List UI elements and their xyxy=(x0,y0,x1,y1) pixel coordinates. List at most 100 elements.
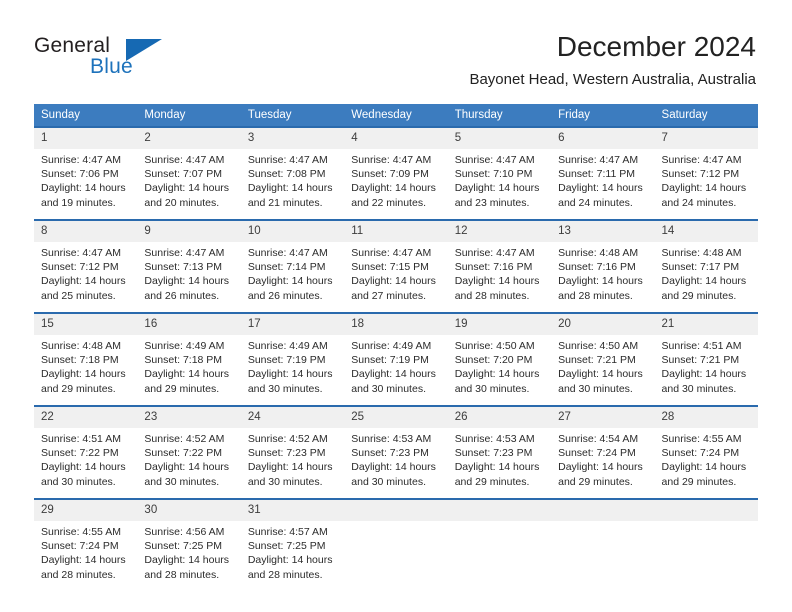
sunset-text: Sunset: 7:24 PM xyxy=(661,447,740,460)
calendar-day-cell[interactable]: 15 Sunrise: 4:48 AM Sunset: 7:18 PM Dayligh… xyxy=(34,312,138,400)
day-number: 6 xyxy=(551,128,655,149)
calendar-day-cell[interactable]: 13 Sunrise: 4:48 AM Sunset: 7:16 PM Dayligh… xyxy=(551,219,655,307)
day-cell-inner: 7 Sunrise: 4:47 AM Sunset: 7:12 PM Daylight… xyxy=(654,126,758,214)
calendar-grid: Sunday Monday Tuesday Wednesday Thursday… xyxy=(34,104,758,586)
day-cell-inner: 1 Sunrise: 4:47 AM Sunset: 7:06 PM Daylight… xyxy=(34,126,138,214)
day-details: Sunrise: 4:49 AM Sunset: 7:19 PM Daylight:… xyxy=(344,335,447,396)
day-cell-inner: 8 Sunrise: 4:47 AM Sunset: 7:12 PM Daylight… xyxy=(34,219,138,307)
calendar-day-cell[interactable]: 14 Sunrise: 4:48 AM Sunset: 7:17 PM Dayligh… xyxy=(654,219,758,307)
calendar-day-cell[interactable]: 16 Sunrise: 4:49 AM Sunset: 7:18 PM Dayligh… xyxy=(137,312,241,400)
calendar-day-cell[interactable]: 25 Sunrise: 4:53 AM Sunset: 7:23 PM Dayligh… xyxy=(344,405,448,493)
day-number: 26 xyxy=(447,407,552,428)
day-cell-inner: 15 Sunrise: 4:48 AM Sunset: 7:18 PM Dayligh… xyxy=(34,312,138,400)
day-details: Sunrise: 4:49 AM Sunset: 7:19 PM Daylight:… xyxy=(241,335,344,396)
day-number: 11 xyxy=(344,221,448,242)
daylight-text-line2: and 29 minutes. xyxy=(661,475,737,488)
calendar-day-cell[interactable] xyxy=(551,498,655,586)
sunrise-text: Sunrise: 4:47 AM xyxy=(351,154,432,166)
calendar-week-row: 8 Sunrise: 4:47 AM Sunset: 7:12 PM Daylight… xyxy=(34,219,758,307)
daylight-text-line2: and 30 minutes. xyxy=(144,475,220,488)
calendar-day-cell[interactable] xyxy=(654,498,758,586)
calendar-day-cell[interactable]: 30 Sunrise: 4:56 AM Sunset: 7:25 PM Dayligh… xyxy=(137,498,241,586)
day-cell-inner: 20 Sunrise: 4:50 AM Sunset: 7:21 PM Dayligh… xyxy=(551,312,655,400)
calendar-day-cell[interactable]: 9 Sunrise: 4:47 AM Sunset: 7:13 PM Daylight… xyxy=(137,219,241,307)
logo-text-blue: Blue xyxy=(90,55,133,78)
calendar-week-row: 15 Sunrise: 4:48 AM Sunset: 7:18 PM Dayligh… xyxy=(34,312,758,400)
sunrise-text: Sunrise: 4:53 AM xyxy=(454,433,535,445)
daylight-text-line2: and 30 minutes. xyxy=(247,475,323,488)
daylight-text-line1: Daylight: 14 hours xyxy=(351,182,436,195)
day-cell-inner: 10 Sunrise: 4:47 AM Sunset: 7:14 PM Dayligh… xyxy=(240,219,345,307)
day-number: 20 xyxy=(551,314,655,335)
day-cell-inner: 22 Sunrise: 4:51 AM Sunset: 7:22 PM Dayligh… xyxy=(34,405,138,493)
sunrise-text: Sunrise: 4:52 AM xyxy=(247,433,328,445)
calendar-day-cell[interactable]: 18 Sunrise: 4:49 AM Sunset: 7:19 PM Dayligh… xyxy=(344,312,448,400)
calendar-day-cell[interactable]: 2 Sunrise: 4:47 AM Sunset: 7:07 PM Daylight… xyxy=(137,126,241,214)
day-details: Sunrise: 4:48 AM Sunset: 7:17 PM Daylight:… xyxy=(655,242,758,303)
daylight-text-line1: Daylight: 14 hours xyxy=(558,461,643,474)
calendar-day-cell[interactable]: 11 Sunrise: 4:47 AM Sunset: 7:15 PM Dayligh… xyxy=(344,219,448,307)
daylight-text-line1: Daylight: 14 hours xyxy=(661,275,747,288)
day-details: Sunrise: 4:47 AM Sunset: 7:15 PM Daylight:… xyxy=(344,242,447,303)
calendar-day-cell[interactable]: 6 Sunrise: 4:47 AM Sunset: 7:11 PM Daylight… xyxy=(551,126,655,214)
day-details: Sunrise: 4:53 AM Sunset: 7:23 PM Daylight:… xyxy=(344,428,447,489)
daylight-text-line1: Daylight: 14 hours xyxy=(454,182,540,195)
daylight-text-line2: and 21 minutes. xyxy=(247,196,323,209)
day-details: Sunrise: 4:52 AM Sunset: 7:22 PM Daylight:… xyxy=(137,428,240,489)
sunrise-text: Sunrise: 4:54 AM xyxy=(558,433,639,445)
calendar-day-cell[interactable]: 21 Sunrise: 4:51 AM Sunset: 7:21 PM Dayligh… xyxy=(654,312,758,400)
day-details: Sunrise: 4:50 AM Sunset: 7:20 PM Daylight:… xyxy=(448,335,551,396)
calendar-day-cell[interactable] xyxy=(344,498,448,586)
calendar-day-cell[interactable]: 24 Sunrise: 4:52 AM Sunset: 7:23 PM Dayligh… xyxy=(240,405,345,493)
calendar-day-cell[interactable]: 19 Sunrise: 4:50 AM Sunset: 7:20 PM Dayligh… xyxy=(447,312,552,400)
calendar-day-cell[interactable]: 1 Sunrise: 4:47 AM Sunset: 7:06 PM Daylight… xyxy=(34,126,138,214)
calendar-day-cell[interactable]: 28 Sunrise: 4:55 AM Sunset: 7:24 PM Dayligh… xyxy=(654,405,758,493)
sunset-text: Sunset: 7:20 PM xyxy=(454,354,533,367)
sunrise-text: Sunrise: 4:47 AM xyxy=(41,247,121,259)
day-cell-inner: 12 Sunrise: 4:47 AM Sunset: 7:16 PM Dayligh… xyxy=(447,219,552,307)
day-details: Sunrise: 4:55 AM Sunset: 7:24 PM Daylight:… xyxy=(655,428,758,489)
sunrise-text: Sunrise: 4:53 AM xyxy=(351,433,432,445)
day-number: 8 xyxy=(34,221,138,242)
day-number: 15 xyxy=(34,314,138,335)
day-number: 9 xyxy=(137,221,241,242)
calendar-day-cell[interactable] xyxy=(447,498,552,586)
daylight-text-line1: Daylight: 14 hours xyxy=(144,368,230,381)
sunrise-text: Sunrise: 4:47 AM xyxy=(247,154,328,166)
day-cell-inner: 18 Sunrise: 4:49 AM Sunset: 7:19 PM Dayligh… xyxy=(344,312,448,400)
weekday-header-tuesday: Tuesday xyxy=(240,104,345,126)
day-details xyxy=(551,521,654,525)
calendar-day-cell[interactable]: 22 Sunrise: 4:51 AM Sunset: 7:22 PM Dayligh… xyxy=(34,405,138,493)
calendar-day-cell[interactable]: 8 Sunrise: 4:47 AM Sunset: 7:12 PM Daylight… xyxy=(34,219,138,307)
calendar-day-cell[interactable]: 27 Sunrise: 4:54 AM Sunset: 7:24 PM Dayligh… xyxy=(551,405,655,493)
calendar-day-cell[interactable]: 5 Sunrise: 4:47 AM Sunset: 7:10 PM Daylight… xyxy=(447,126,552,214)
daylight-text-line2: and 27 minutes. xyxy=(351,289,426,302)
calendar-day-cell[interactable]: 29 Sunrise: 4:55 AM Sunset: 7:24 PM Dayligh… xyxy=(34,498,138,586)
day-cell-inner: 3 Sunrise: 4:47 AM Sunset: 7:08 PM Daylight… xyxy=(240,126,345,214)
calendar-day-cell[interactable]: 17 Sunrise: 4:49 AM Sunset: 7:19 PM Dayligh… xyxy=(240,312,345,400)
day-cell-inner xyxy=(344,498,448,586)
general-blue-logo[interactable]: General Blue xyxy=(34,34,164,82)
sunset-text: Sunset: 7:23 PM xyxy=(454,447,533,460)
calendar-day-cell[interactable]: 23 Sunrise: 4:52 AM Sunset: 7:22 PM Dayligh… xyxy=(137,405,241,493)
calendar-day-cell[interactable]: 31 Sunrise: 4:57 AM Sunset: 7:25 PM Dayligh… xyxy=(240,498,345,586)
daylight-text-line2: and 28 minutes. xyxy=(454,289,530,302)
calendar-day-cell[interactable]: 3 Sunrise: 4:47 AM Sunset: 7:08 PM Daylight… xyxy=(240,126,345,214)
day-details: Sunrise: 4:49 AM Sunset: 7:18 PM Daylight:… xyxy=(137,335,240,396)
calendar-day-cell[interactable]: 4 Sunrise: 4:47 AM Sunset: 7:09 PM Daylight… xyxy=(344,126,448,214)
calendar-day-cell[interactable]: 12 Sunrise: 4:47 AM Sunset: 7:16 PM Dayligh… xyxy=(447,219,552,307)
calendar-day-cell[interactable]: 10 Sunrise: 4:47 AM Sunset: 7:14 PM Dayligh… xyxy=(240,219,345,307)
sunrise-text: Sunrise: 4:57 AM xyxy=(247,526,328,538)
day-cell-inner: 5 Sunrise: 4:47 AM Sunset: 7:10 PM Daylight… xyxy=(447,126,552,214)
sunset-text: Sunset: 7:16 PM xyxy=(454,261,533,274)
sunrise-text: Sunrise: 4:47 AM xyxy=(661,154,742,166)
day-cell-inner: 28 Sunrise: 4:55 AM Sunset: 7:24 PM Dayligh… xyxy=(654,405,758,493)
daylight-text-line1: Daylight: 14 hours xyxy=(351,461,436,474)
daylight-text-line2: and 19 minutes. xyxy=(41,196,116,209)
calendar-day-cell[interactable]: 26 Sunrise: 4:53 AM Sunset: 7:23 PM Dayligh… xyxy=(447,405,552,493)
sunrise-text: Sunrise: 4:51 AM xyxy=(41,433,121,445)
calendar-day-cell[interactable]: 20 Sunrise: 4:50 AM Sunset: 7:21 PM Dayligh… xyxy=(551,312,655,400)
calendar-day-cell[interactable]: 7 Sunrise: 4:47 AM Sunset: 7:12 PM Daylight… xyxy=(654,126,758,214)
daylight-text-line2: and 28 minutes. xyxy=(558,289,633,302)
day-details: Sunrise: 4:55 AM Sunset: 7:24 PM Daylight:… xyxy=(34,521,137,582)
